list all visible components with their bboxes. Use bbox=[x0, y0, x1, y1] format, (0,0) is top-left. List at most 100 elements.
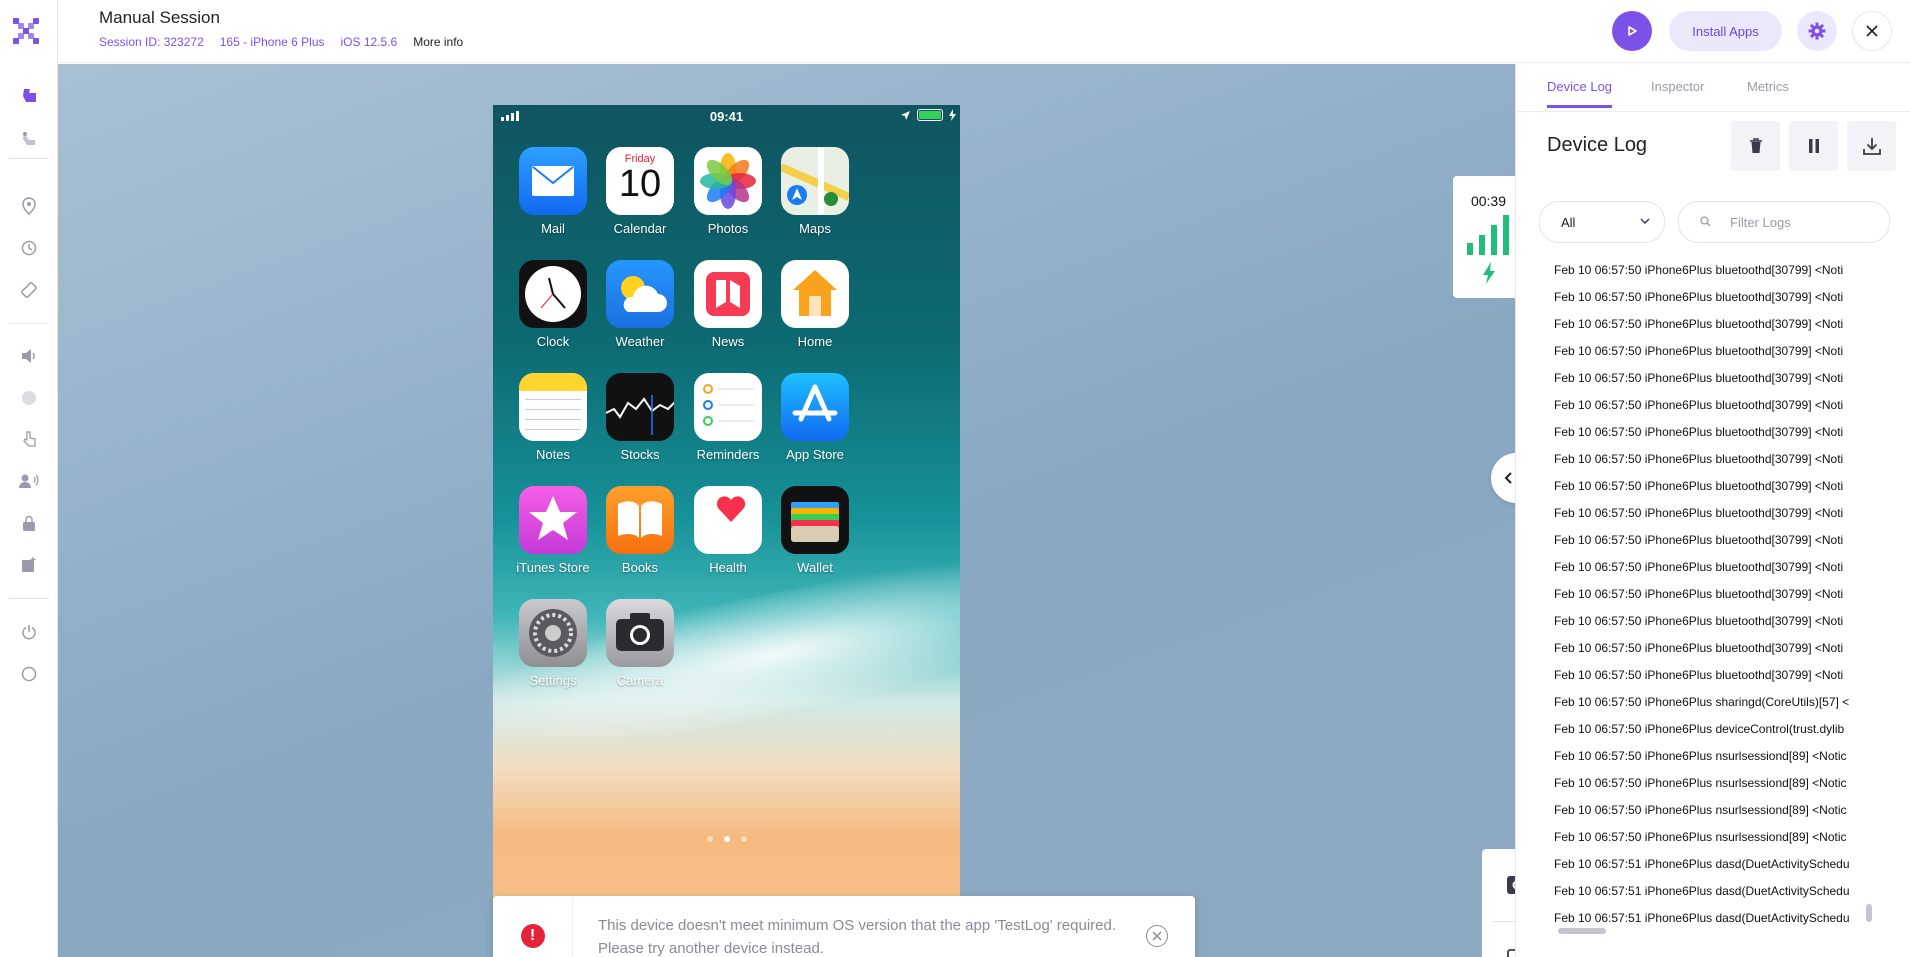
log-line: Feb 10 06:57:50 iPhone6Plus bluetoothd[3… bbox=[1554, 263, 1844, 277]
app-news[interactable]: News bbox=[683, 260, 773, 349]
image-inject-icon[interactable] bbox=[0, 550, 58, 580]
pause-icon bbox=[1808, 139, 1819, 153]
app-camera[interactable]: Camera bbox=[595, 599, 685, 688]
close-session-button[interactable] bbox=[1852, 11, 1892, 51]
close-icon bbox=[1866, 25, 1878, 37]
app-itunes-store[interactable]: iTunes Store bbox=[508, 486, 598, 575]
app-stocks[interactable]: Stocks bbox=[595, 373, 685, 462]
app-label: News bbox=[711, 334, 745, 349]
camera-icon bbox=[606, 599, 674, 667]
log-line: Feb 10 06:57:50 iPhone6Plus bluetoothd[3… bbox=[1554, 290, 1844, 304]
log-output[interactable]: Feb 10 06:57:50 iPhone6Plus bluetoothd[3… bbox=[1516, 263, 1910, 941]
calendar-icon: Friday 10 bbox=[606, 147, 674, 215]
app-app-store[interactable]: App Store bbox=[770, 373, 860, 462]
app-calendar[interactable]: Friday 10 Calendar bbox=[595, 147, 685, 236]
notes-icon bbox=[519, 373, 587, 441]
log-vertical-scrollbar[interactable] bbox=[1866, 904, 1872, 922]
wallet-icon bbox=[781, 486, 849, 554]
tab-metrics[interactable]: Metrics bbox=[1747, 79, 1789, 105]
app-notes[interactable]: Notes bbox=[508, 373, 598, 462]
download-icon bbox=[1862, 138, 1881, 155]
log-line: Feb 10 06:57:50 iPhone6Plus bluetoothd[3… bbox=[1554, 398, 1844, 412]
app-photos[interactable]: Photos bbox=[683, 147, 773, 236]
gesture-icon[interactable] bbox=[0, 124, 58, 154]
app-label: Clock bbox=[536, 334, 570, 349]
stocks-icon bbox=[606, 373, 674, 441]
power-icon[interactable] bbox=[0, 617, 58, 647]
play-button[interactable] bbox=[1612, 11, 1652, 51]
app-label: Stocks bbox=[620, 447, 660, 462]
app-reminders[interactable]: Reminders bbox=[683, 373, 773, 462]
log-horizontal-scrollbar[interactable] bbox=[1558, 928, 1606, 934]
app-weather[interactable]: Weather bbox=[595, 260, 685, 349]
app-label: Health bbox=[709, 560, 747, 575]
biometric-icon[interactable] bbox=[0, 383, 58, 413]
sidebar bbox=[0, 0, 58, 957]
log-line: Feb 10 06:57:50 iPhone6Plus bluetoothd[3… bbox=[1554, 668, 1844, 682]
app-logo-icon[interactable] bbox=[13, 18, 39, 44]
log-line: Feb 10 06:57:50 iPhone6Plus bluetoothd[3… bbox=[1554, 344, 1844, 358]
install-apps-button[interactable]: Install Apps bbox=[1669, 11, 1782, 51]
app-mail[interactable]: Mail bbox=[508, 147, 598, 236]
trash-icon bbox=[1749, 138, 1762, 153]
download-log-button[interactable] bbox=[1847, 121, 1896, 171]
session-timer: 00:39 bbox=[1453, 176, 1524, 298]
rotate-icon[interactable] bbox=[0, 275, 58, 305]
app-settings[interactable]: Settings bbox=[508, 599, 598, 688]
pause-log-button[interactable] bbox=[1789, 121, 1838, 171]
app-label: Notes bbox=[536, 447, 570, 462]
tap-icon[interactable] bbox=[0, 424, 58, 454]
app-health[interactable]: Health bbox=[683, 486, 773, 575]
log-line: Feb 10 06:57:50 iPhone6Plus bluetoothd[3… bbox=[1554, 479, 1844, 493]
app-label: Maps bbox=[799, 221, 831, 236]
settings-button[interactable] bbox=[1797, 11, 1837, 51]
log-line: Feb 10 06:57:51 iPhone6Plus dasd(DuetAct… bbox=[1554, 857, 1850, 871]
itunes-icon bbox=[519, 486, 587, 554]
power-bolt-icon bbox=[1482, 262, 1495, 284]
history-icon[interactable] bbox=[0, 233, 58, 263]
photos-icon bbox=[694, 147, 762, 215]
voice-icon[interactable] bbox=[0, 466, 58, 496]
app-books[interactable]: Books bbox=[595, 486, 685, 575]
toast-message: This device doesn't meet minimum OS vers… bbox=[598, 917, 1117, 957]
app-maps[interactable]: Maps bbox=[770, 147, 860, 236]
play-icon bbox=[1628, 26, 1637, 36]
app-label: Weather bbox=[615, 334, 665, 349]
log-level-select[interactable]: All bbox=[1539, 201, 1665, 243]
log-line: Feb 10 06:57:50 iPhone6Plus bluetoothd[3… bbox=[1554, 371, 1844, 385]
filter-logs-input[interactable]: Filter Logs bbox=[1678, 201, 1890, 243]
volume-icon[interactable] bbox=[0, 341, 58, 371]
page-dot bbox=[740, 836, 747, 842]
log-line: Feb 10 06:57:50 iPhone6Plus nsurlsession… bbox=[1554, 803, 1847, 817]
app-wallet[interactable]: Wallet bbox=[770, 486, 860, 575]
more-info-link[interactable]: More info bbox=[413, 35, 463, 49]
tab-inspector[interactable]: Inspector bbox=[1651, 79, 1704, 105]
app-label: Settings bbox=[529, 673, 577, 688]
app-home[interactable]: Home bbox=[770, 260, 860, 349]
tab-device-log[interactable]: Device Log bbox=[1547, 79, 1613, 108]
log-level-value: All bbox=[1561, 215, 1576, 230]
device-screen[interactable]: 09:41 Mail Friday 10 Calendar Photos Maps Cloc… bbox=[493, 105, 960, 957]
network-signal-icon bbox=[1466, 215, 1509, 255]
mail-icon bbox=[519, 147, 587, 215]
touch-icon[interactable] bbox=[0, 81, 58, 111]
error-toast: ! This device doesn't meet minimum OS ve… bbox=[493, 896, 1195, 957]
app-label: Photos bbox=[707, 221, 749, 236]
log-line: Feb 10 06:57:50 iPhone6Plus bluetoothd[3… bbox=[1554, 614, 1844, 628]
clear-log-button[interactable] bbox=[1731, 121, 1780, 171]
app-clock[interactable]: Clock bbox=[508, 260, 598, 349]
device-name: 165 - iPhone 6 Plus bbox=[219, 35, 325, 49]
log-line: Feb 10 06:57:50 iPhone6Plus nsurlsession… bbox=[1554, 776, 1847, 790]
page-dot bbox=[723, 836, 730, 842]
location-icon[interactable] bbox=[0, 191, 58, 221]
os-version: iOS 12.5.6 bbox=[340, 35, 398, 49]
session-id: Session ID: 323272 bbox=[99, 35, 204, 49]
gear-icon bbox=[1808, 22, 1826, 40]
app-label: Books bbox=[621, 560, 659, 575]
log-line: Feb 10 06:57:50 iPhone6Plus nsurlsession… bbox=[1554, 830, 1847, 844]
dismiss-toast-button[interactable] bbox=[1146, 925, 1168, 947]
lock-icon[interactable] bbox=[0, 508, 58, 538]
log-line: Feb 10 06:57:50 iPhone6Plus bluetoothd[3… bbox=[1554, 560, 1844, 574]
home-button-icon[interactable] bbox=[0, 659, 58, 689]
log-line: Feb 10 06:57:50 iPhone6Plus bluetoothd[3… bbox=[1554, 317, 1844, 331]
